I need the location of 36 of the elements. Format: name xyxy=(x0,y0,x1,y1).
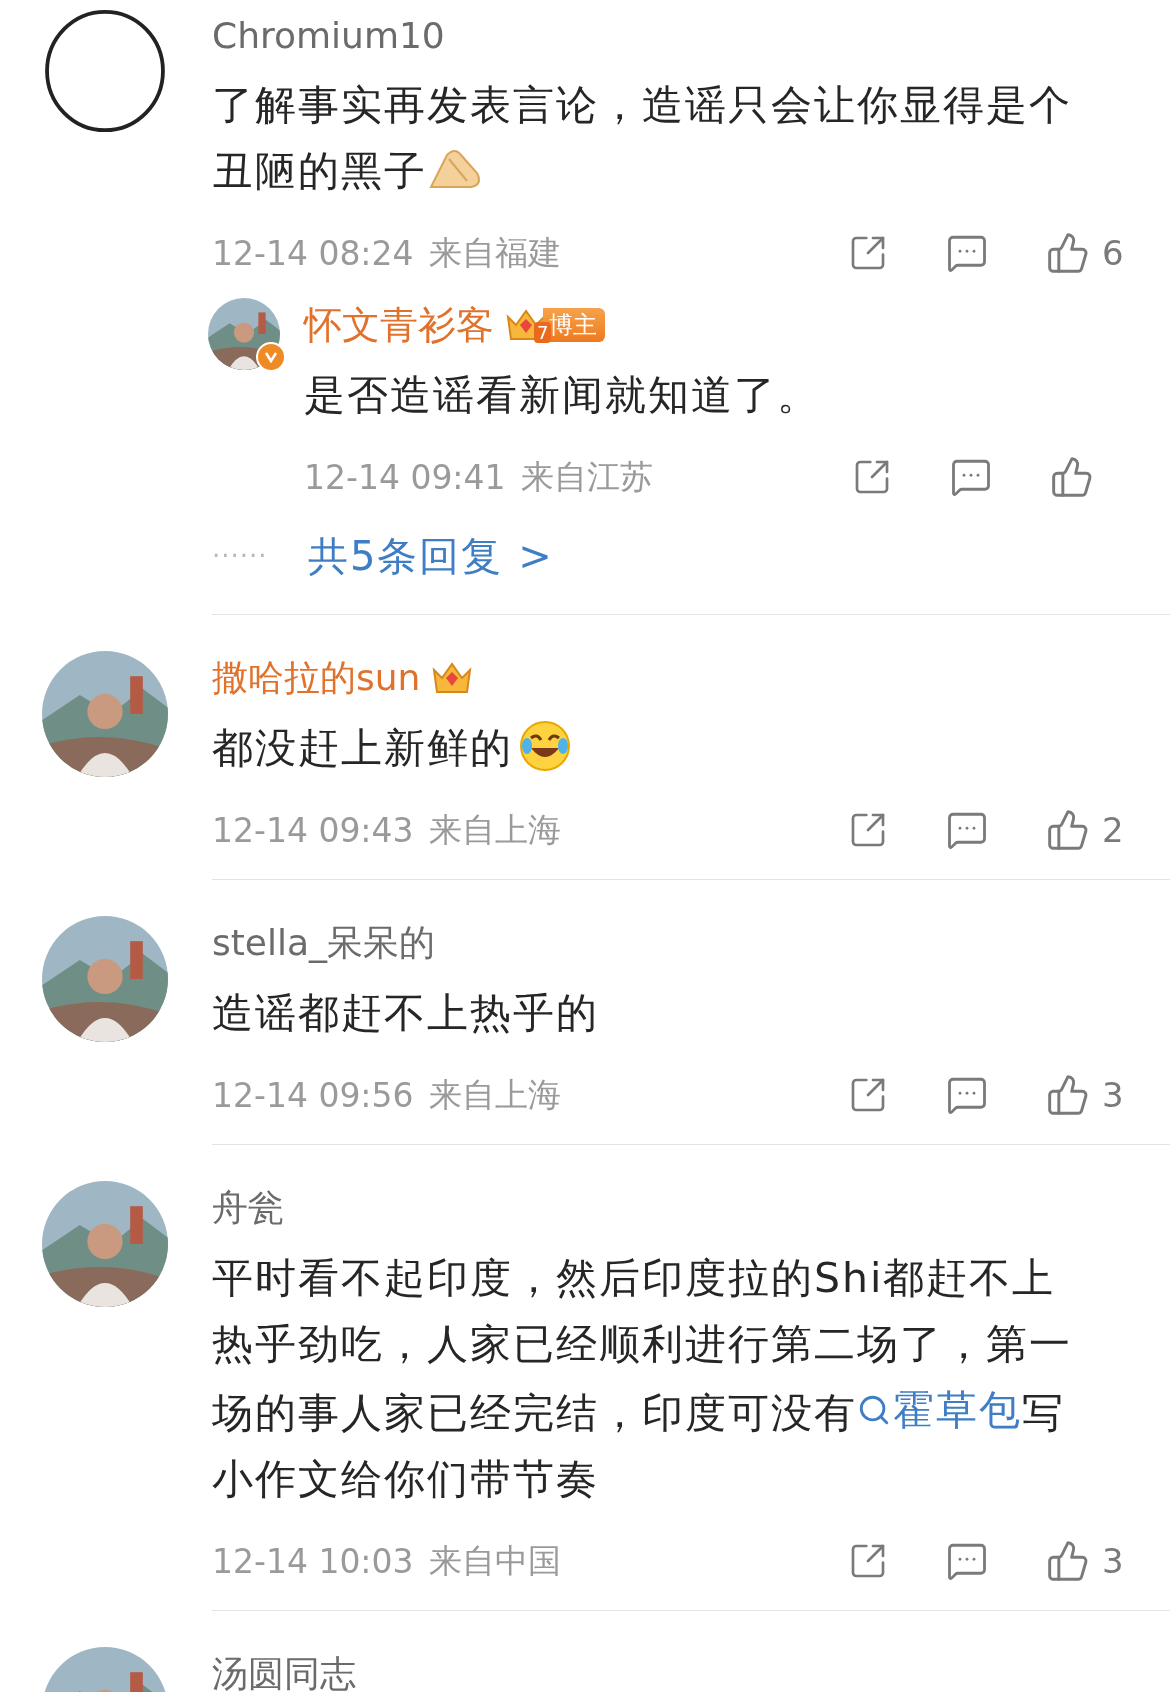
comment-location: 来自中国 xyxy=(429,1539,562,1582)
comment-time: 12-14 10:03 xyxy=(212,1541,414,1581)
comment-text: 都没赶上新鲜的 xyxy=(212,715,1092,781)
comment-time: 12-14 09:56 xyxy=(212,1075,414,1115)
thumbs-up-icon xyxy=(1046,1073,1090,1117)
comment-text: 造谣都赶不上热乎的 xyxy=(212,988,600,1039)
comment-location: 来自上海 xyxy=(429,1073,562,1116)
user-name[interactable]: Chromium10 xyxy=(212,14,445,56)
comment-time: 12-14 08:24 xyxy=(212,233,414,273)
thumbs-up-icon xyxy=(1046,231,1090,275)
user-name[interactable]: 怀文青衫客 xyxy=(304,299,494,351)
like-button[interactable]: 2 xyxy=(1046,808,1130,852)
topic-link[interactable]: 霍草包 xyxy=(857,1377,1022,1443)
thumbs-up-icon xyxy=(1046,1539,1090,1583)
laughing-emoji-icon xyxy=(519,720,571,772)
like-button[interactable]: 3 xyxy=(1046,1073,1130,1117)
user-name[interactable]: 汤圆同志 xyxy=(212,1649,356,1692)
dots-divider: ······ xyxy=(212,541,269,571)
thumbs-up-icon xyxy=(1050,455,1094,499)
user-name[interactable]: stella_呆呆的 xyxy=(212,918,436,968)
comment-text: 是否造谣看新闻就知道了。 xyxy=(304,370,821,421)
comment-text: 平时看不起印度，然后印度拉的Shi都赶不上热乎劲吃，人家已经顺利进行第二场了，第一场的事人家已经完结，印度可没有 霍草包写小作文给你们带节奏 xyxy=(212,1253,1073,1505)
avatar-icon[interactable] xyxy=(42,8,168,134)
thumbs-up-icon xyxy=(1046,808,1090,852)
comment-time: 12-14 09:43 xyxy=(212,810,414,850)
search-icon xyxy=(857,1393,891,1427)
more-replies-link[interactable]: 共5条回复 > xyxy=(308,528,554,584)
comment-location: 来自福建 xyxy=(429,231,562,274)
comment-text: 了解事实再发表言论，造谣只会让你显得是个丑陋的黑子 xyxy=(212,80,1073,197)
comment-location: 来自上海 xyxy=(429,808,562,851)
like-button[interactable]: 3 xyxy=(1046,1539,1130,1583)
comment-location: 来自江苏 xyxy=(521,455,654,498)
comment-time: 12-14 09:41 xyxy=(304,457,506,497)
user-name[interactable]: 撒哈拉的sun xyxy=(212,653,421,703)
user-name[interactable]: 舟瓮 xyxy=(212,1183,284,1233)
like-button[interactable]: 6 xyxy=(1046,231,1130,275)
